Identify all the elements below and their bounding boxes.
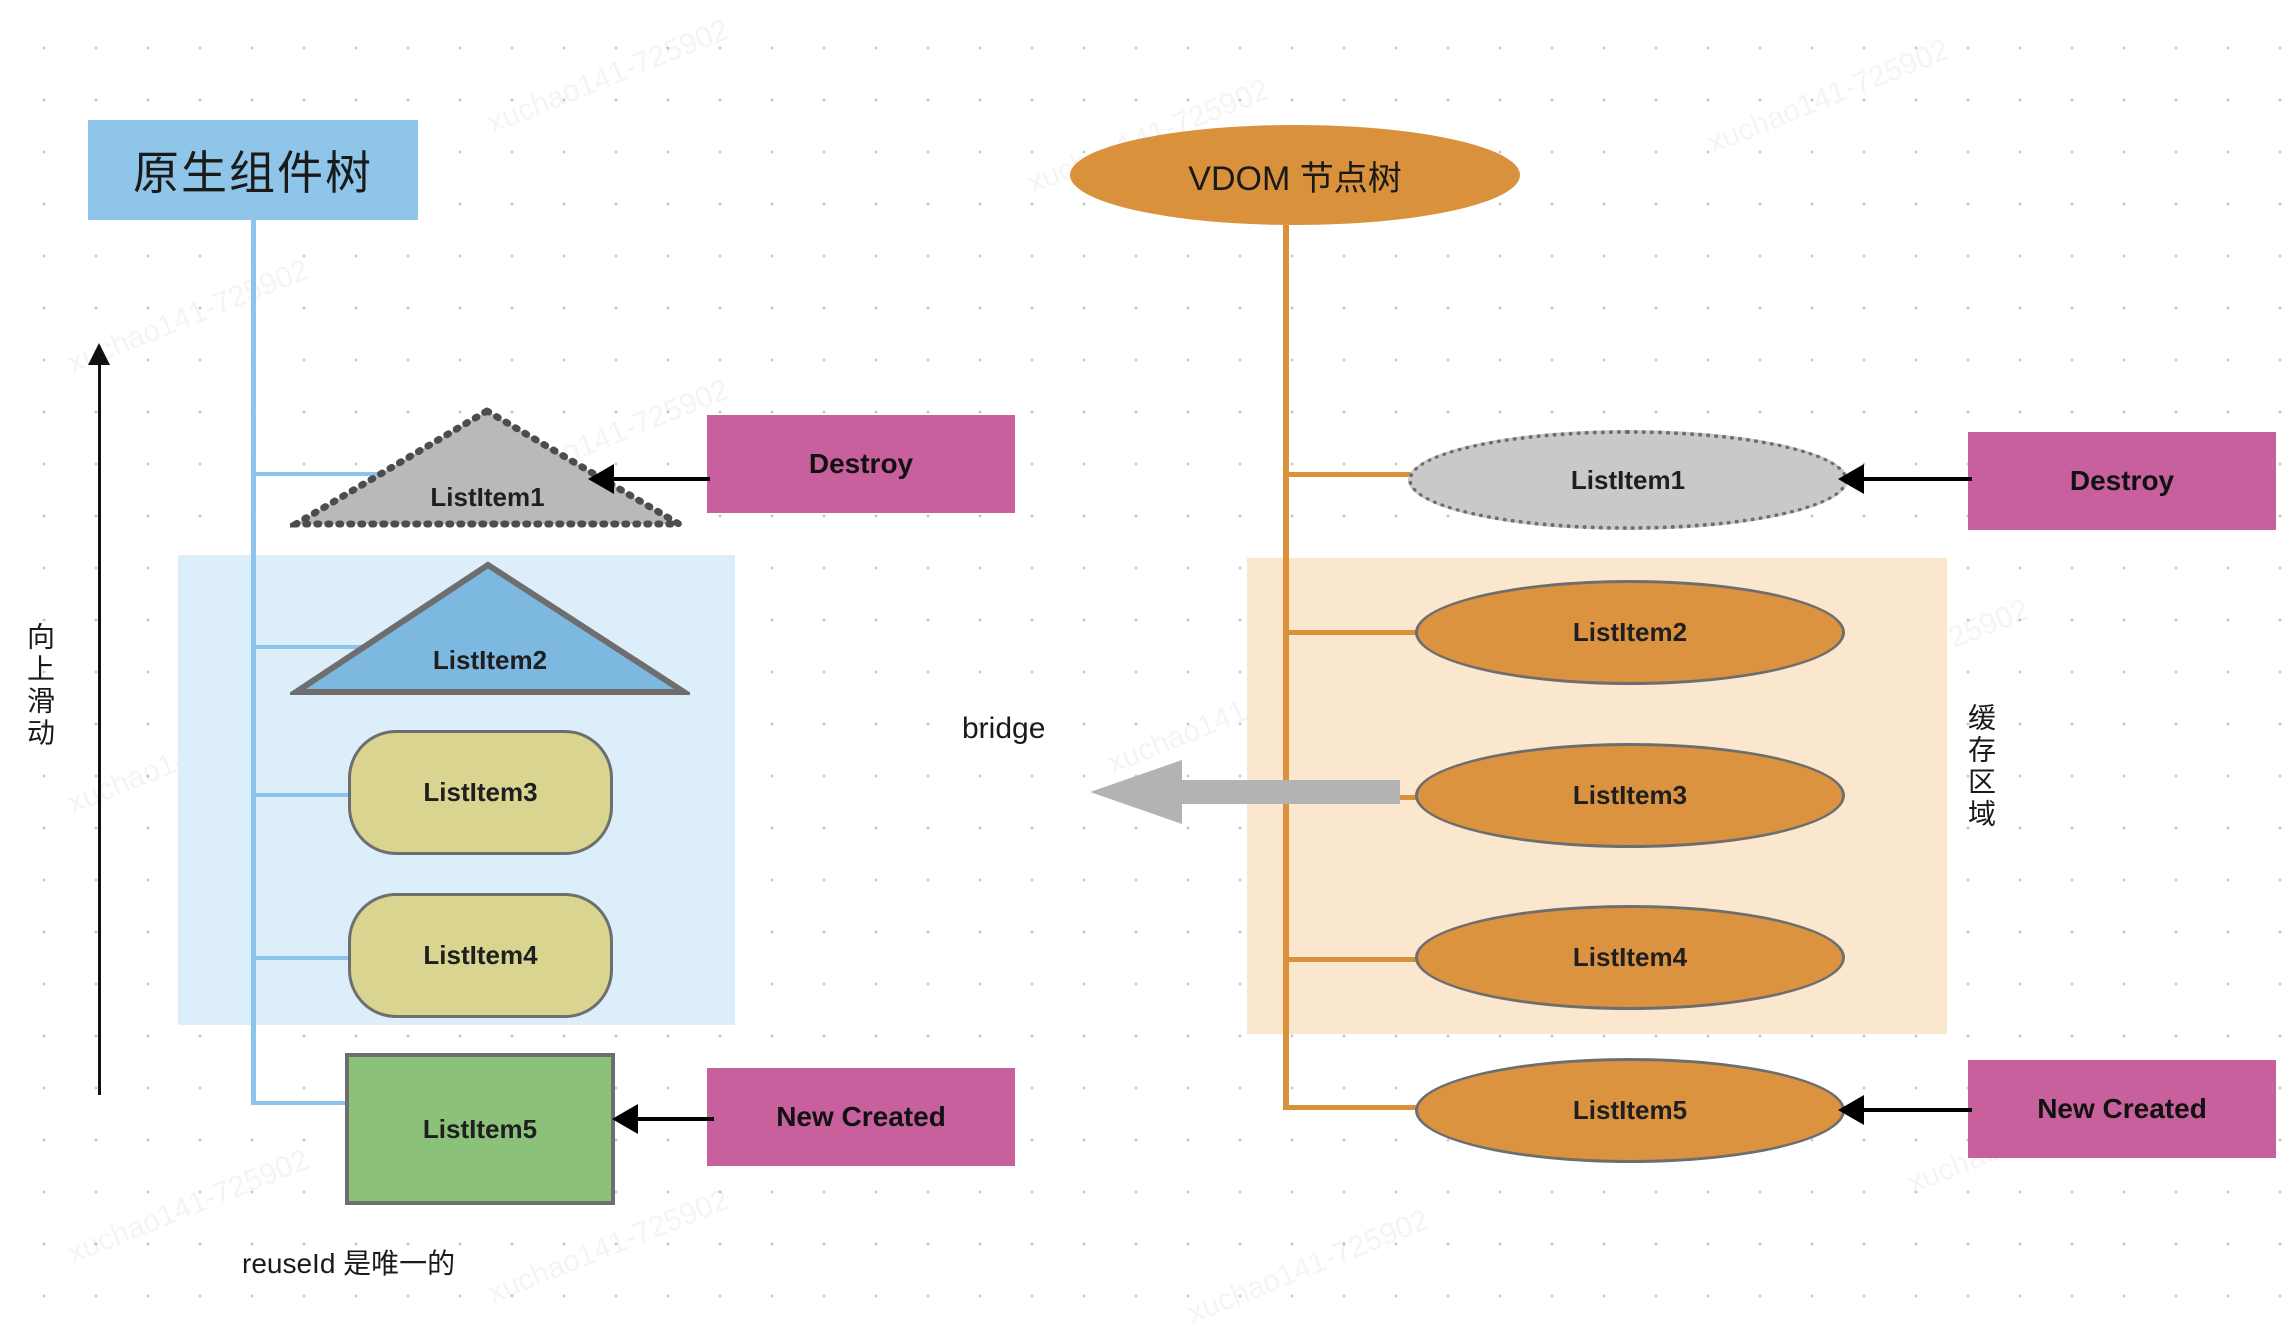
right-listitem5-node[interactable]: ListItem5: [1415, 1058, 1845, 1163]
new-created-left-button[interactable]: New Created: [707, 1068, 1015, 1166]
left-listitem1-label: ListItem1: [430, 482, 545, 512]
left-listitem5-node[interactable]: ListItem5: [345, 1053, 615, 1205]
right-branch-1: [1283, 472, 1415, 477]
right-listitem2-label: ListItem2: [1572, 617, 1688, 647]
left-listitem1-node[interactable]: ListItem1: [290, 405, 685, 530]
new-created-left-arrow-head: [612, 1104, 638, 1134]
destroy-right-arrow-line: [1862, 477, 1972, 481]
left-tree-trunk: [251, 220, 256, 1105]
destroy-left-label: Destroy: [808, 448, 914, 479]
swipe-up-arrow-line: [98, 355, 101, 1095]
new-created-left-label: New Created: [776, 1101, 946, 1132]
left-listitem4-label: ListItem4: [423, 940, 538, 970]
destroy-left-button[interactable]: Destroy: [707, 415, 1015, 513]
swipe-up-label: 向上滑动: [24, 622, 55, 750]
right-listitem3-node[interactable]: ListItem3: [1415, 743, 1845, 848]
new-created-right-label: New Created: [2037, 1093, 2207, 1124]
left-branch-3: [251, 793, 351, 797]
right-branch-4: [1283, 957, 1423, 962]
left-listitem2-label: ListItem2: [432, 645, 548, 675]
right-tree-title: VDOM 节点树: [1070, 125, 1520, 225]
right-listitem2-node[interactable]: ListItem2: [1415, 580, 1845, 685]
diagram-canvas: xuchao141-725902 xuchao141-725902 xuchao…: [0, 0, 2294, 1338]
new-created-right-arrow-head: [1838, 1095, 1864, 1125]
right-branch-2: [1283, 630, 1423, 635]
destroy-right-label: Destroy: [2069, 465, 2175, 496]
destroy-right-arrow-head: [1838, 464, 1864, 494]
new-created-left-arrow-line: [636, 1117, 714, 1121]
bridge-arrow: [1090, 760, 1400, 824]
right-tree-trunk: [1283, 225, 1289, 1105]
left-listitem5-label: ListItem5: [422, 1113, 538, 1144]
right-listitem1-label: ListItem1: [1570, 464, 1686, 495]
swipe-up-arrow-head: [88, 343, 110, 365]
destroy-left-arrow-line: [610, 477, 710, 481]
left-branch-5: [251, 1101, 346, 1105]
destroy-left-arrow-head: [588, 464, 614, 494]
left-listitem2-node[interactable]: ListItem2: [290, 560, 690, 700]
right-listitem4-label: ListItem4: [1572, 942, 1688, 972]
watermark: xuchao141-725902: [483, 13, 734, 141]
left-branch-4: [251, 956, 351, 960]
right-listitem4-node[interactable]: ListItem4: [1415, 905, 1845, 1010]
watermark: xuchao141-725902: [1183, 1203, 1434, 1331]
right-listitem5-label: ListItem5: [1572, 1095, 1688, 1125]
left-listitem3-node[interactable]: ListItem3: [348, 730, 613, 855]
new-created-right-button[interactable]: New Created: [1968, 1060, 2276, 1158]
right-branch-5: [1283, 1105, 1423, 1110]
right-listitem1-node[interactable]: ListItem1: [1408, 430, 1848, 530]
watermark: xuchao141-725902: [1703, 33, 1954, 161]
destroy-right-button[interactable]: Destroy: [1968, 432, 2276, 530]
left-listitem4-node[interactable]: ListItem4: [348, 893, 613, 1018]
right-listitem3-label: ListItem3: [1572, 780, 1688, 810]
reuseid-footnote: reuseId 是唯一的: [242, 1248, 456, 1279]
left-listitem3-label: ListItem3: [423, 777, 538, 807]
bridge-label: bridge: [962, 712, 1046, 745]
left-tree-title-label: 原生组件树: [133, 147, 373, 199]
new-created-right-arrow-line: [1862, 1108, 1972, 1112]
left-tree-title: 原生组件树: [88, 120, 418, 220]
right-tree-title-label: VDOM 节点树: [1188, 159, 1402, 198]
cache-region-label: 缓存区域: [1965, 703, 1996, 831]
